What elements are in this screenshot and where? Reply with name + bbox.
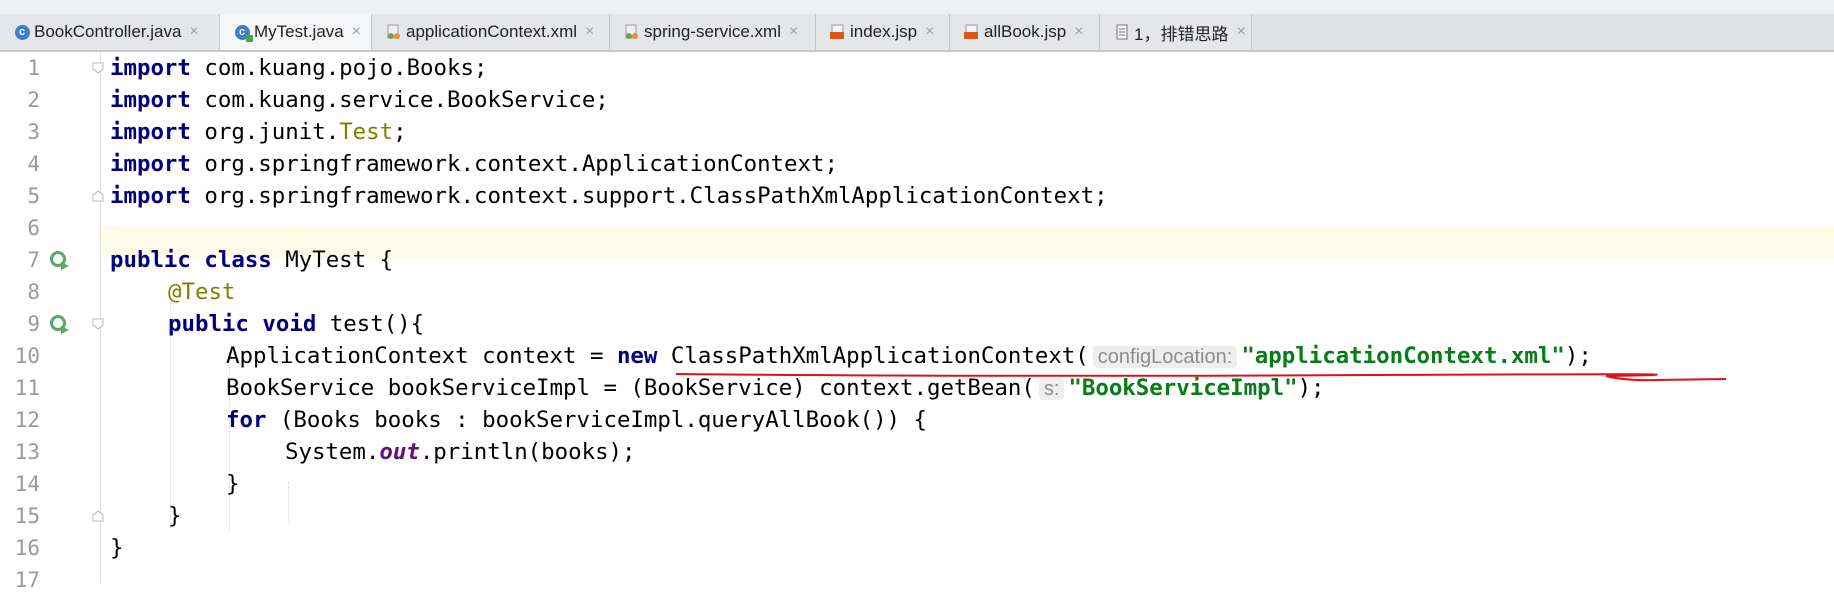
line-number: 2 xyxy=(27,88,40,112)
code-editor[interactable]: 1 2 3 4 5 6 7 8 9 10 11 12 13 14 15 16 1… xyxy=(0,52,1834,592)
line-number: 5 xyxy=(27,184,40,208)
indent-guide xyxy=(288,482,289,522)
line-number: 13 xyxy=(14,440,40,464)
line-number: 1 xyxy=(27,56,40,80)
fold-marker-icon[interactable] xyxy=(92,318,104,330)
code-line: } xyxy=(226,471,240,497)
line-number: 17 xyxy=(14,568,40,592)
code-line: import org.springframework.context.suppo… xyxy=(110,183,1108,209)
tab-spring-service-xml[interactable]: spring-service.xml × xyxy=(610,14,816,50)
code-line: import org.junit.Test; xyxy=(110,119,407,145)
line-number: 15 xyxy=(14,504,40,528)
close-icon[interactable]: × xyxy=(789,23,798,41)
tab-applicationcontext-xml[interactable]: applicationContext.xml × xyxy=(372,14,610,50)
code-line: import com.kuang.pojo.Books; xyxy=(110,55,488,81)
red-annotation-underline xyxy=(676,373,1727,382)
fold-marker-icon[interactable] xyxy=(92,62,104,74)
tab-bookcontroller[interactable]: c BookController.java × xyxy=(0,14,220,50)
line-number: 4 xyxy=(27,152,40,176)
code-line: @Test xyxy=(168,279,236,305)
tab-label: allBook.jsp xyxy=(984,22,1067,41)
close-icon[interactable]: × xyxy=(585,23,594,41)
close-icon[interactable]: × xyxy=(1236,23,1245,41)
line-number: 3 xyxy=(27,120,40,144)
jsp-icon xyxy=(964,24,980,40)
editor-tab-bar: c BookController.java × c MyTest.java × … xyxy=(0,14,1834,52)
tab-mytest[interactable]: c MyTest.java × xyxy=(220,14,372,50)
code-line: public class MyTest { xyxy=(110,247,394,273)
code-line: System.out.println(books); xyxy=(285,439,636,465)
run-test-icon[interactable] xyxy=(48,249,70,271)
line-number: 14 xyxy=(14,472,40,496)
tab-label: applicationContext.xml xyxy=(406,22,578,41)
close-icon[interactable]: × xyxy=(189,23,198,41)
close-icon[interactable]: × xyxy=(925,23,934,41)
code-line: } xyxy=(168,503,182,529)
spring-xml-icon xyxy=(624,24,640,40)
line-number: 12 xyxy=(14,408,40,432)
tab-label: index.jsp xyxy=(850,22,918,41)
window-top-strip xyxy=(0,0,1834,14)
code-line: public void test(){ xyxy=(168,311,425,337)
java-test-class-icon: c xyxy=(234,24,253,42)
line-number: 6 xyxy=(27,216,40,240)
tab-label: BookController.java xyxy=(34,22,182,41)
tab-index-jsp[interactable]: index.jsp × xyxy=(816,14,950,50)
tab-label: MyTest.java xyxy=(254,22,344,41)
line-number: 7 xyxy=(27,248,40,272)
tab-label: spring-service.xml xyxy=(644,22,781,41)
java-class-icon: c xyxy=(14,24,30,40)
spring-xml-icon xyxy=(386,24,402,40)
line-number-gutter: 1 2 3 4 5 6 7 8 9 10 11 12 13 14 15 16 1… xyxy=(0,52,104,592)
tab-allbook-jsp[interactable]: allBook.jsp × xyxy=(950,14,1100,50)
text-file-icon xyxy=(1114,24,1130,40)
code-line: for (Books books : bookServiceImpl.query… xyxy=(226,407,927,433)
code-line: ApplicationContext context = new ClassPa… xyxy=(226,343,1592,369)
fold-marker-icon[interactable] xyxy=(92,190,104,202)
line-number: 11 xyxy=(14,376,40,400)
code-line: import com.kuang.service.BookService; xyxy=(110,87,609,113)
code-line: } xyxy=(110,535,124,561)
line-number: 16 xyxy=(14,536,40,560)
parameter-hint: configLocation: xyxy=(1092,346,1238,368)
close-icon[interactable]: × xyxy=(1074,23,1083,41)
line-number: 8 xyxy=(27,280,40,304)
line-number: 9 xyxy=(27,312,40,336)
run-test-icon[interactable] xyxy=(48,313,70,335)
line-number: 10 xyxy=(14,344,40,368)
close-icon[interactable]: × xyxy=(352,23,361,41)
fold-marker-icon[interactable] xyxy=(92,510,104,522)
tab-troubleshooting-notes[interactable]: 1，排错思路 × xyxy=(1100,14,1252,50)
jsp-icon xyxy=(830,24,846,40)
code-line: import org.springframework.context.Appli… xyxy=(110,151,838,177)
tab-label: 1，排错思路 xyxy=(1134,24,1229,44)
